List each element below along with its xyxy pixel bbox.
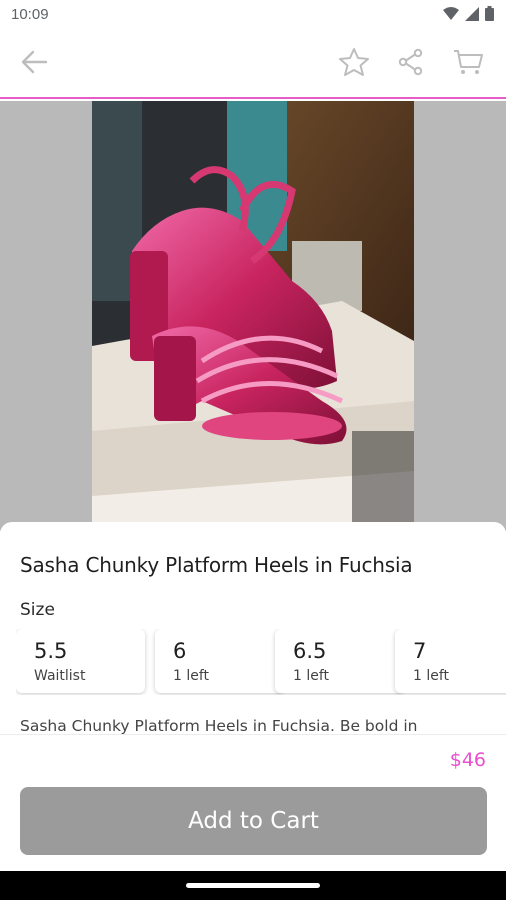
cart-icon <box>452 48 484 80</box>
share-button[interactable] <box>393 46 429 82</box>
wifi-icon <box>443 6 459 25</box>
system-nav-bar <box>0 871 506 900</box>
size-option-5-5[interactable]: 5.5 Waitlist <box>16 629 145 693</box>
star-icon <box>338 47 370 81</box>
status-icons <box>443 6 494 25</box>
product-sheet: Sasha Chunky Platform Heels in Fuchsia S… <box>0 522 506 900</box>
product-price: $46 <box>449 749 486 771</box>
size-label: Size <box>20 600 55 620</box>
status-time: 10:09 <box>11 6 49 23</box>
favorite-button[interactable] <box>336 46 372 82</box>
product-title: Sasha Chunky Platform Heels in Fuchsia <box>20 553 413 577</box>
size-availability: 1 left <box>413 668 450 684</box>
size-option-6-5[interactable]: 6.5 1 left <box>275 629 404 693</box>
size-value: 5.5 <box>34 639 68 663</box>
product-description: Sasha Chunky Platform Heels in Fuchsia. … <box>20 717 418 734</box>
size-value: 6.5 <box>293 639 327 663</box>
size-option-6[interactable]: 6 1 left <box>155 629 284 693</box>
add-to-cart-label: Add to Cart <box>188 808 319 834</box>
share-icon <box>397 48 425 80</box>
divider <box>0 734 506 735</box>
arrow-left-icon <box>20 50 48 78</box>
size-value: 7 <box>413 639 427 663</box>
home-indicator[interactable] <box>186 883 320 888</box>
product-image-area[interactable] <box>0 101 506 531</box>
app-bar <box>0 32 506 99</box>
back-button[interactable] <box>16 46 52 82</box>
battery-icon <box>485 6 494 25</box>
status-bar: 10:09 <box>0 0 506 32</box>
size-availability: 1 left <box>173 668 210 684</box>
signal-icon <box>465 6 479 25</box>
add-to-cart-button[interactable]: Add to Cart <box>20 787 487 855</box>
size-selector[interactable]: 5.5 Waitlist 6 1 left 6.5 1 left 7 1 lef… <box>16 629 506 695</box>
size-value: 6 <box>173 639 187 663</box>
size-option-7[interactable]: 7 1 left <box>395 629 506 693</box>
size-availability: 1 left <box>293 668 330 684</box>
size-availability: Waitlist <box>34 668 86 684</box>
cart-button[interactable] <box>450 46 486 82</box>
product-photo <box>92 101 414 531</box>
